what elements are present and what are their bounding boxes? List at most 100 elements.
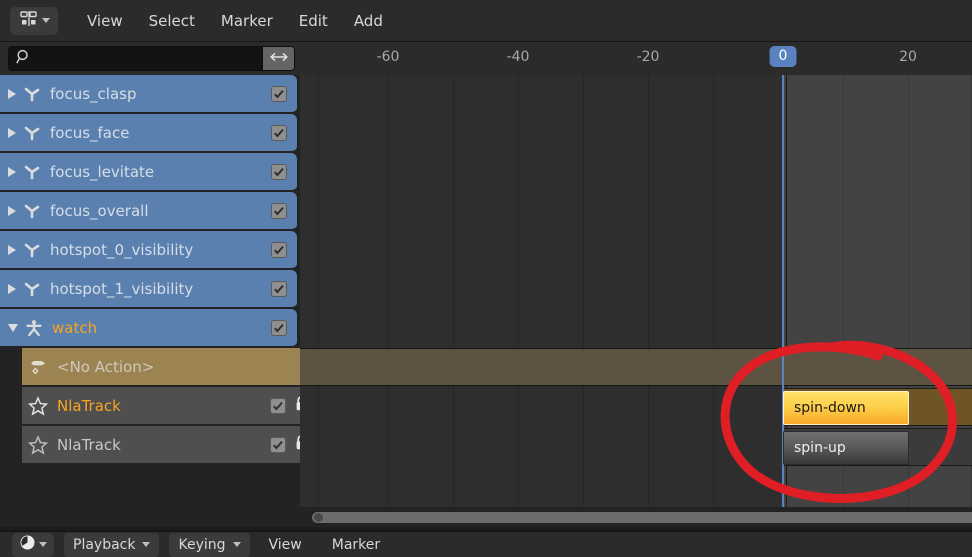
mute-checkbox[interactable] (271, 124, 287, 141)
channel-label: NlaTrack (57, 435, 121, 454)
chevron-down-icon (232, 542, 241, 547)
mute-checkbox[interactable] (270, 436, 286, 453)
horizontal-scrollbar-track[interactable] (300, 507, 972, 527)
grid-line (648, 75, 649, 507)
keying-dropdown-label: Keying (178, 536, 226, 553)
channel-label: focus_face (50, 123, 130, 142)
armature-object-icon (23, 202, 41, 220)
action-strip-icon (28, 358, 48, 376)
chevron-down-icon (39, 542, 47, 547)
nla-editor-header: View Select Marker Edit Add (0, 0, 972, 42)
grid-line (318, 75, 319, 507)
search-icon (16, 49, 32, 69)
nla-track-star-icon (28, 434, 48, 455)
channel-controls (271, 163, 287, 180)
triangle-right-icon[interactable] (8, 166, 16, 177)
nla-track-star-icon (28, 395, 48, 416)
channel-row-nlatrack-1[interactable]: NlaTrack (22, 387, 300, 426)
mute-checkbox[interactable] (271, 163, 287, 180)
channel-row-hotspot-1-visibility[interactable]: hotspot_1_visibility (0, 270, 297, 309)
channel-row-nlatrack-2[interactable]: NlaTrack (22, 426, 300, 465)
channel-label: focus_levitate (50, 162, 155, 181)
search-input-wrapper[interactable] (8, 46, 262, 71)
triangle-right-icon[interactable] (8, 88, 16, 99)
scroll-grab-handle[interactable] (314, 513, 323, 522)
triangle-right-icon[interactable] (8, 127, 16, 138)
timeline-editor-header: Playback Keying View Marker (0, 530, 972, 557)
channel-label: focus_clasp (50, 84, 137, 103)
mute-checkbox[interactable] (271, 202, 287, 219)
grid-line (453, 75, 454, 507)
horizontal-scrollbar-thumb[interactable] (312, 512, 972, 523)
mute-checkbox[interactable] (271, 241, 287, 258)
left-right-arrows-icon (269, 49, 289, 68)
nla-editor-icon (19, 10, 39, 32)
menu-select[interactable]: Select (136, 8, 208, 34)
playback-dropdown[interactable]: Playback (64, 532, 160, 557)
grid-line (388, 75, 389, 507)
channel-label: hotspot_1_visibility (50, 279, 194, 298)
armature-object-icon (23, 280, 41, 298)
grid-line (518, 75, 519, 507)
frame-ruler[interactable]: -60 -40 -20 20 0 (300, 42, 972, 75)
ruler-tick: -40 (506, 49, 530, 65)
channel-controls (271, 319, 287, 336)
track-band-no-action (300, 348, 972, 386)
nla-strip-spin-up[interactable]: spin-up (783, 431, 909, 465)
timeline-editor-type-selector[interactable] (12, 532, 54, 557)
menu-add[interactable]: Add (341, 8, 396, 34)
armature-object-icon (23, 124, 41, 142)
channel-list-footer (0, 507, 300, 527)
mute-checkbox[interactable] (271, 85, 287, 102)
channel-controls (271, 241, 287, 258)
channel-row-watch[interactable]: watch (0, 309, 297, 348)
triangle-right-icon[interactable] (8, 244, 16, 255)
timeline-menu-view[interactable]: View (258, 534, 313, 556)
sort-direction-button[interactable] (262, 46, 295, 71)
armature-data-icon (25, 319, 43, 337)
playback-dropdown-label: Playback (73, 536, 136, 553)
channel-row-hotspot-0-visibility[interactable]: hotspot_0_visibility (0, 231, 297, 270)
channel-controls (271, 124, 287, 141)
channel-label: focus_overall (50, 201, 149, 220)
timeline-editor-icon (19, 534, 36, 555)
armature-object-icon (23, 241, 41, 259)
channel-label: NlaTrack (57, 396, 121, 415)
nla-strip-spin-down[interactable]: spin-down (783, 391, 909, 425)
menu-view[interactable]: View (74, 8, 136, 34)
channel-controls (271, 85, 287, 102)
channel-controls (270, 395, 300, 416)
channel-controls (270, 434, 300, 455)
nla-strip-label: spin-up (794, 440, 846, 456)
triangle-down-icon[interactable] (8, 323, 18, 332)
blender-nla-editor-window: View Select Marker Edit Add -60 -40 -20 … (0, 0, 972, 557)
channel-row-no-action[interactable]: <No Action> (22, 348, 300, 387)
triangle-right-icon[interactable] (8, 205, 16, 216)
mute-checkbox[interactable] (270, 397, 286, 414)
channel-controls (271, 280, 287, 297)
armature-object-icon (23, 85, 41, 103)
editor-type-selector[interactable] (10, 6, 58, 35)
channel-row-focus-overall[interactable]: focus_overall (0, 192, 297, 231)
channel-row-focus-levitate[interactable]: focus_levitate (0, 153, 297, 192)
nla-strip-label: spin-down (794, 400, 866, 416)
search-input[interactable] (37, 51, 262, 66)
channel-label: hotspot_0_visibility (50, 240, 194, 259)
triangle-right-icon[interactable] (8, 283, 16, 294)
header-menu-bar: View Select Marker Edit Add (74, 8, 396, 34)
menu-marker[interactable]: Marker (208, 8, 286, 34)
menu-edit[interactable]: Edit (286, 8, 341, 34)
keying-dropdown[interactable]: Keying (169, 532, 250, 557)
channel-row-focus-clasp[interactable]: focus_clasp (0, 75, 297, 114)
current-frame-indicator[interactable]: 0 (769, 46, 797, 67)
armature-object-icon (23, 163, 41, 181)
nla-strip-canvas[interactable]: spin-down spin-up (300, 75, 972, 507)
mute-checkbox[interactable] (271, 319, 287, 336)
channel-label: watch (52, 318, 98, 337)
mute-checkbox[interactable] (271, 280, 287, 297)
channel-row-focus-face[interactable]: focus_face (0, 114, 297, 153)
timeline-menu-marker[interactable]: Marker (321, 534, 391, 556)
channel-label: <No Action> (57, 357, 155, 376)
channel-search-bar (8, 46, 295, 71)
ruler-tick: -60 (376, 49, 400, 65)
